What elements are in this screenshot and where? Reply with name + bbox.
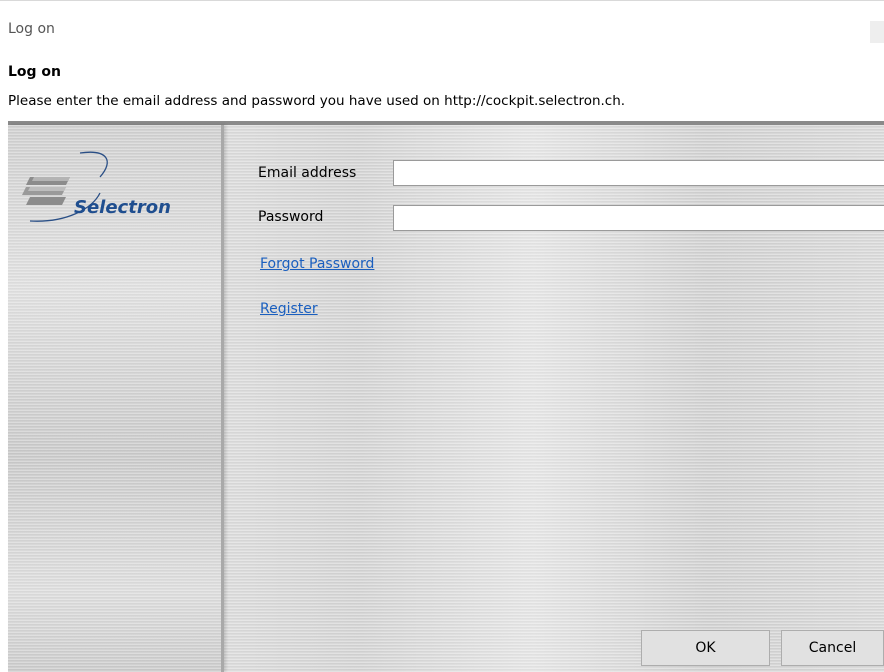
selectron-logo-mark-icon (22, 151, 108, 222)
instruction-text: Please enter the email address and passw… (8, 93, 626, 109)
title-bar: Log on (0, 0, 884, 52)
brand-side-panel: Selectron (8, 125, 224, 672)
brand-name: Selectron (74, 197, 171, 218)
close-button[interactable] (870, 21, 884, 43)
login-panel: Selectron Email address Password Forgot … (8, 121, 884, 672)
dialog-heading: Log on (8, 64, 62, 80)
password-input[interactable] (393, 205, 884, 231)
forgot-password-link[interactable]: Forgot Password (260, 256, 374, 272)
window-title: Log on (8, 21, 55, 37)
logon-dialog: Log on Log on Please enter the email add… (0, 0, 884, 672)
email-input[interactable] (393, 160, 884, 186)
cancel-button[interactable]: Cancel (781, 630, 884, 666)
ok-button[interactable]: OK (641, 630, 770, 666)
selectron-logo: Selectron (18, 147, 188, 231)
password-label: Password (258, 209, 324, 225)
email-label: Email address (258, 165, 357, 181)
register-link[interactable]: Register (260, 301, 318, 317)
